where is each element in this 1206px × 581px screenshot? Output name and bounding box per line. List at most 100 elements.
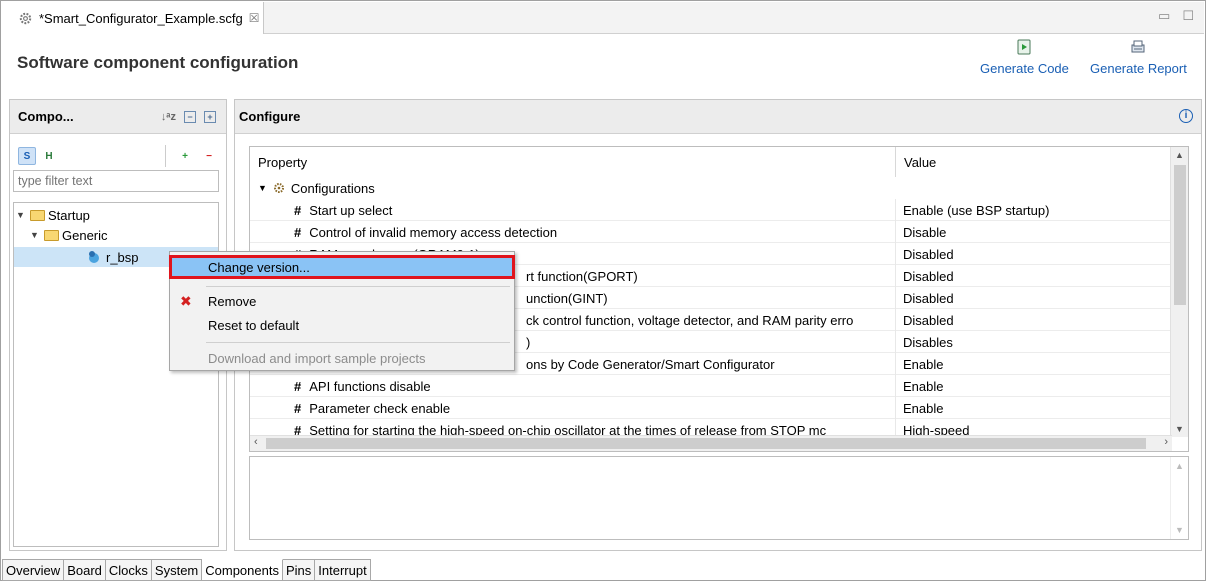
filter-input[interactable] — [13, 170, 219, 192]
chevron-down-icon[interactable]: ▼ — [30, 230, 42, 240]
description-scrollbar[interactable]: ▲ ▼ — [1170, 457, 1188, 539]
property-name: ) — [526, 334, 531, 350]
expand-all-icon[interactable]: + — [204, 110, 216, 123]
menu-item-download-samples: Download and import sample projects — [208, 350, 426, 366]
report-icon — [1131, 40, 1145, 53]
property-value[interactable]: Disabled — [903, 243, 954, 265]
group-label: Configurations — [290, 180, 375, 196]
property-value[interactable]: Disable — [903, 221, 946, 243]
property-name: ons by Code Generator/Smart Configurator — [526, 356, 775, 372]
tab-interrupt[interactable]: Interrupt — [315, 559, 371, 581]
horizontal-scroll-thumb[interactable] — [266, 438, 1146, 449]
group-row[interactable]: ▼ Configurations — [250, 177, 1172, 199]
sort-az-icon[interactable]: ↓ᵃz — [161, 111, 176, 123]
configure-panel-title: Configure — [239, 109, 301, 124]
property-value[interactable]: Disabled — [903, 265, 954, 287]
hash-icon: # — [294, 224, 302, 240]
tree-node-startup[interactable]: ▼ Startup — [16, 205, 90, 225]
tab-components[interactable]: Components — [202, 559, 283, 581]
components-panel-title: Compo... — [18, 109, 74, 124]
property-value[interactable]: Disabled — [903, 287, 954, 309]
chevron-down-icon[interactable]: ▼ — [16, 210, 28, 220]
component-icon — [89, 251, 99, 263]
tab-system[interactable]: System — [151, 559, 203, 581]
vertical-scroll-thumb[interactable] — [1174, 165, 1186, 305]
editor-tab-strip: *Smart_Configurator_Example.scfg ☒ ▭ ☐ — [2, 2, 1204, 34]
components-toolbar: S H + − — [18, 144, 218, 168]
folder-icon — [44, 229, 59, 241]
scroll-down-icon[interactable]: ▼ — [1175, 525, 1184, 535]
generate-report-label: Generate Report — [1090, 61, 1187, 76]
generate-code-icon — [1017, 39, 1031, 55]
property-value[interactable]: Enable — [903, 397, 943, 419]
tab-board[interactable]: Board — [64, 559, 106, 581]
property-name: Start up select — [309, 202, 393, 218]
tree-node-generic[interactable]: ▼ Generic — [30, 225, 108, 245]
table-row[interactable]: # Parameter check enable Enable — [250, 397, 1172, 419]
menu-item-remove[interactable]: ✖ Remove — [170, 290, 514, 312]
hash-icon: # — [294, 400, 302, 416]
property-name: API functions disable — [309, 378, 431, 394]
scroll-right-icon[interactable]: › — [1164, 436, 1168, 448]
generate-code-label: Generate Code — [980, 61, 1069, 76]
property-value[interactable]: Enable — [903, 353, 943, 375]
horizontal-scrollbar[interactable]: ‹ › — [250, 435, 1172, 451]
table-row[interactable]: # Control of invalid memory access detect… — [250, 221, 1172, 243]
category-view-icon[interactable]: S — [18, 147, 36, 165]
menu-item-label: Remove — [208, 293, 257, 309]
editor-tab[interactable]: *Smart_Configurator_Example.scfg ☒ — [2, 2, 264, 34]
menu-item-change-version[interactable]: Change version... — [169, 255, 515, 279]
scroll-up-icon[interactable]: ▲ — [1175, 150, 1184, 160]
property-value[interactable]: Disables — [903, 331, 953, 353]
scroll-left-icon[interactable]: ‹ — [254, 436, 258, 448]
property-name: Control of invalid memory access detecti… — [309, 224, 558, 240]
remove-component-icon[interactable]: − — [200, 147, 218, 165]
configure-panel-header: Configure — [235, 100, 1201, 134]
info-icon[interactable]: i — [1179, 109, 1193, 123]
generate-code-button[interactable]: Generate Code — [980, 39, 1069, 76]
gear-icon — [273, 183, 284, 193]
chevron-down-icon[interactable]: ▼ — [258, 183, 267, 193]
toolbar-divider — [165, 145, 166, 167]
bottom-tab-bar: Overview Board Clocks System Components … — [2, 559, 371, 581]
hierarchy-view-icon[interactable]: H — [40, 147, 58, 165]
tree-node-label: r_bsp — [106, 249, 139, 265]
collapse-all-icon[interactable]: − — [184, 110, 196, 123]
tree-node-label: Startup — [48, 207, 90, 223]
table-row[interactable]: # Start up select Enable (use BSP startup… — [250, 199, 1172, 221]
scroll-down-icon[interactable]: ▼ — [1175, 424, 1184, 434]
column-header-property[interactable]: Property — [250, 147, 896, 177]
add-component-icon[interactable]: + — [176, 147, 194, 165]
property-value[interactable]: Disabled — [903, 309, 954, 331]
column-header-value[interactable]: Value — [896, 147, 1172, 177]
editor-window: *Smart_Configurator_Example.scfg ☒ ▭ ☐ S… — [0, 0, 1206, 581]
page-title: Software component configuration — [17, 53, 299, 72]
table-row[interactable]: # API functions disable Enable — [250, 375, 1172, 397]
property-value[interactable]: Enable — [903, 375, 943, 397]
folder-icon — [30, 209, 45, 221]
scroll-up-icon[interactable]: ▲ — [1175, 461, 1184, 471]
tab-overview[interactable]: Overview — [2, 559, 65, 581]
minimize-icon[interactable]: ▭ — [1158, 8, 1170, 24]
menu-separator — [206, 286, 510, 287]
tab-clocks[interactable]: Clocks — [105, 559, 152, 581]
hash-icon: # — [294, 378, 302, 394]
menu-separator — [206, 342, 510, 343]
remove-icon: ✖ — [180, 292, 192, 309]
vertical-scrollbar[interactable]: ▲ ▼ — [1170, 147, 1188, 437]
close-icon[interactable]: ☒ — [249, 11, 260, 25]
generate-report-button[interactable]: Generate Report — [1090, 39, 1187, 76]
property-name: rt function(GPORT) — [526, 268, 638, 284]
tab-pins[interactable]: Pins — [282, 559, 316, 581]
context-menu: Change version... ✖ Remove Reset to defa… — [169, 251, 515, 371]
property-name: ck control function, voltage detector, a… — [526, 312, 854, 328]
menu-item-reset-default[interactable]: Reset to default — [170, 314, 514, 336]
tree-node-label: Generic — [62, 227, 108, 243]
property-value[interactable]: Enable (use BSP startup) — [903, 199, 1049, 221]
components-panel-header: Compo... ↓ᵃz − + — [10, 100, 226, 134]
maximize-icon[interactable]: ☐ — [1182, 8, 1194, 24]
gear-icon — [19, 12, 32, 24]
property-name: Parameter check enable — [309, 400, 451, 416]
description-box: ▲ ▼ — [249, 456, 1189, 540]
property-name: unction(GINT) — [526, 290, 608, 306]
